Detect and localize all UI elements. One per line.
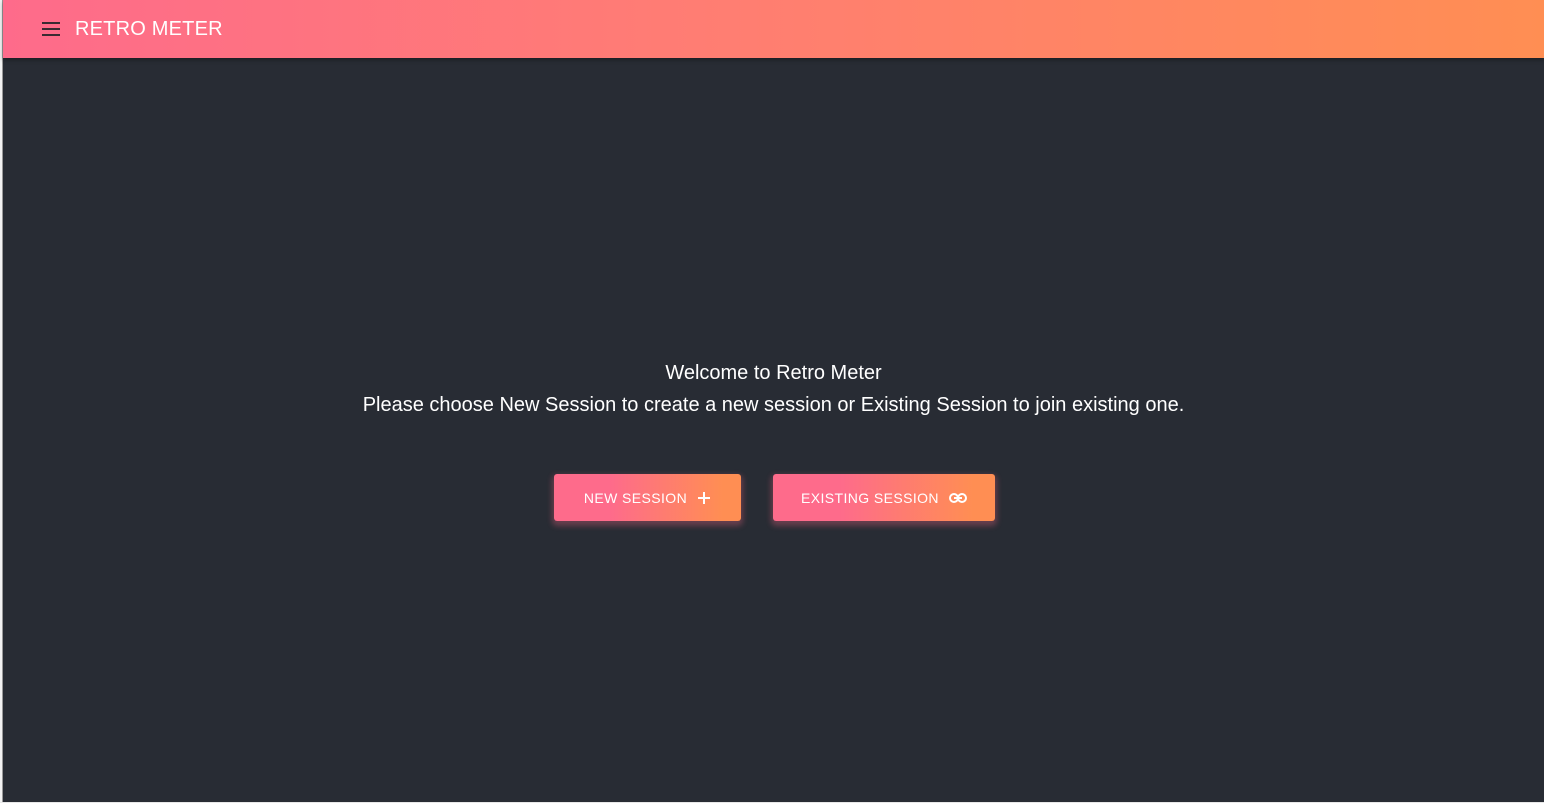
existing-session-label: EXISTING SESSION (801, 489, 939, 506)
menu-button[interactable] (39, 17, 63, 41)
new-session-button[interactable]: NEW SESSION (554, 474, 741, 521)
link-icon (948, 492, 967, 503)
new-session-label: NEW SESSION (583, 489, 688, 506)
app-root: RETRO METER Welcome to Retro Meter Pleas… (3, 0, 1544, 802)
welcome-subtitle: Please choose New Session to create a ne… (362, 394, 1185, 416)
app-bar: RETRO METER (3, 0, 1544, 58)
app-title: RETRO METER (75, 17, 223, 40)
plus-icon (697, 491, 711, 505)
welcome-title: Welcome to Retro Meter (665, 362, 882, 384)
existing-session-button[interactable]: EXISTING SESSION (773, 474, 995, 521)
menu-icon (42, 22, 60, 36)
